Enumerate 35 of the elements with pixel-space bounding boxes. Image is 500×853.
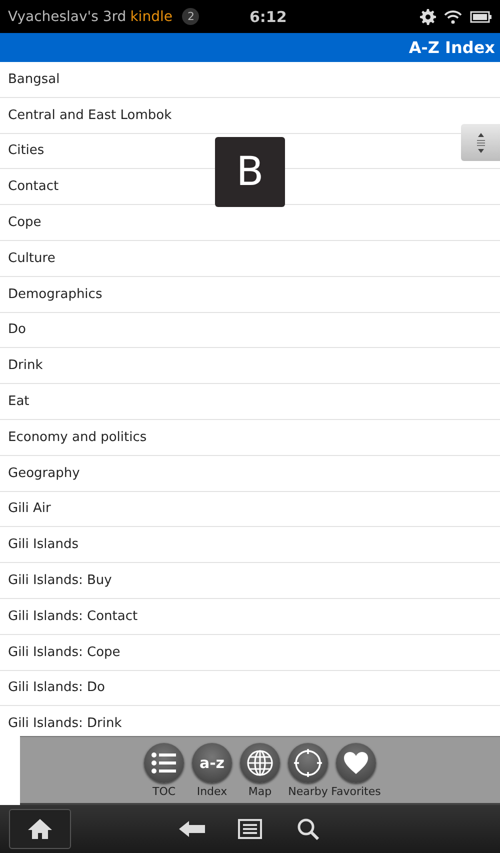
index-item[interactable]: Gili Islands: Contact (0, 598, 500, 635)
index-item[interactable]: Do (0, 312, 500, 348)
globe-icon (246, 749, 274, 777)
battery-icon (470, 10, 492, 22)
index-item[interactable]: Geography (0, 456, 500, 492)
index-item[interactable]: Gili Islands: Cope (0, 634, 500, 671)
index-item[interactable]: Gili Islands (0, 527, 500, 564)
letter-popup: B (215, 137, 285, 207)
menu-icon (238, 819, 262, 839)
index-item[interactable]: Gili Islands: Buy (0, 563, 500, 599)
brand-name: kindle (130, 8, 172, 24)
index-item[interactable]: Demographics (0, 276, 500, 313)
index-item[interactable]: Eat (0, 384, 500, 420)
index-item[interactable]: Gili Islands: Do (0, 670, 500, 706)
index-item[interactable]: Bangsal (0, 62, 500, 98)
device-name: Vyacheslav's 3rd (8, 8, 126, 24)
settings-icon[interactable] (420, 8, 436, 24)
clock-time: 6:12 (249, 8, 287, 26)
index-glyph: a-z (199, 754, 225, 772)
search-icon (297, 818, 319, 840)
index-item[interactable]: Culture (0, 240, 500, 277)
list-icon (151, 752, 177, 774)
notification-count[interactable]: 2 (182, 8, 200, 25)
home-icon (27, 818, 53, 840)
index-item[interactable]: Gili Air (0, 492, 500, 528)
heart-icon (343, 751, 369, 775)
index-item[interactable]: Drink (0, 348, 500, 384)
index-item[interactable]: Economy and politics (0, 420, 500, 456)
fast-scroll-handle[interactable] (461, 124, 500, 161)
home-button[interactable] (9, 809, 71, 849)
back-arrow-icon (179, 821, 205, 837)
crosshair-icon (293, 748, 323, 778)
scroll-grip-icon (476, 132, 486, 152)
wifi-icon (444, 10, 462, 24)
page-title: A-Z Index (408, 38, 495, 57)
